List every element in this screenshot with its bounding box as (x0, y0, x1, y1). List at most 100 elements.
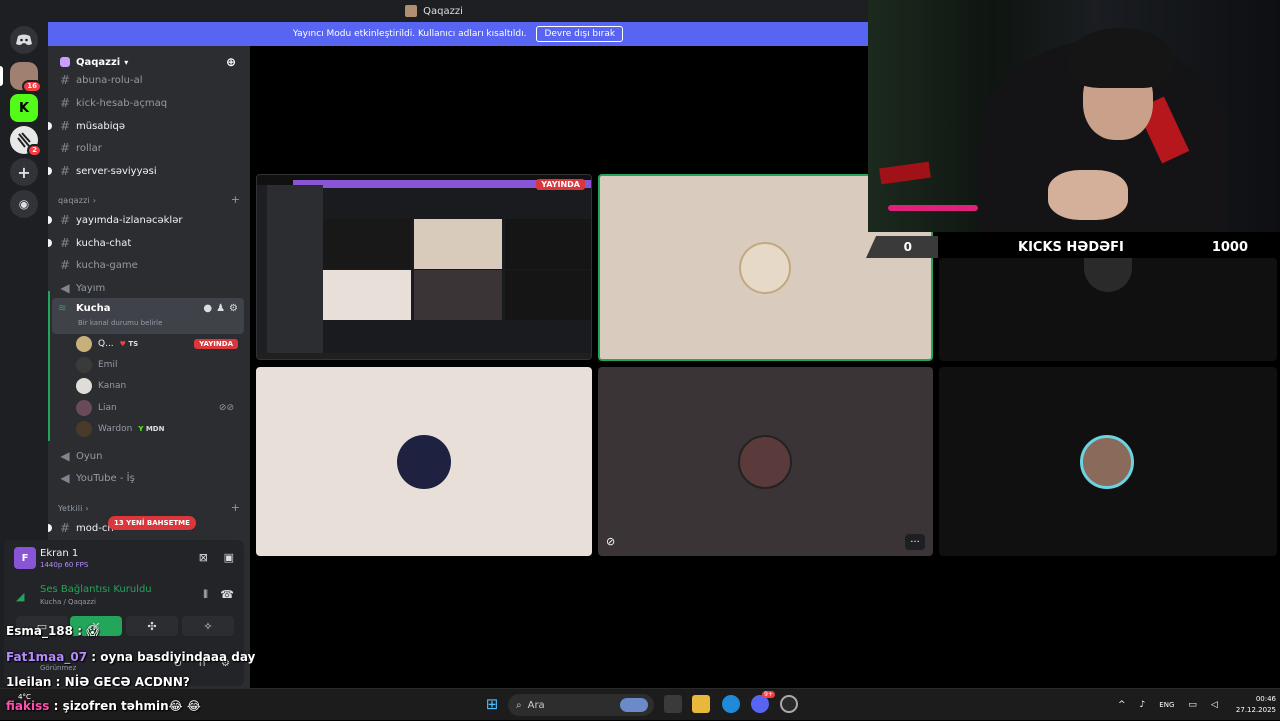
mini-tile (414, 219, 502, 269)
voice-location[interactable]: Kucha / Qaqazzi (40, 598, 96, 606)
soundboard-button[interactable]: ✧ (182, 616, 234, 636)
hash-icon: # (59, 213, 71, 227)
channel-item[interactable]: # kick-hesab-açmaq (54, 93, 242, 113)
speaker-icon: ◀ (60, 449, 70, 463)
chevron-up-icon[interactable]: ^ (1118, 700, 1126, 710)
discord-badge: 9+ (762, 691, 775, 698)
discord-taskbar-icon[interactable]: 9+ (751, 691, 775, 713)
channel-item[interactable]: # rollar (54, 138, 242, 158)
stop-stream-icon[interactable]: ⊠ (199, 551, 208, 564)
clock-date: 27.12.2025 (1235, 706, 1276, 714)
voice-user[interactable]: Q... ♥ TS YAYINDA (76, 334, 238, 354)
volume-icon[interactable]: ◁ (1211, 700, 1218, 710)
mini-tile (323, 219, 411, 269)
invite-icon[interactable]: ♟ (216, 303, 225, 314)
screen-share-name: Ekran 1 (40, 548, 79, 559)
screen-share-icon: F (14, 547, 36, 569)
voice-user[interactable]: Wardon Y MDN (76, 419, 238, 439)
task-view-icon[interactable] (664, 695, 682, 713)
live-badge: YAYINDA (194, 339, 238, 349)
channel-name: Yayım (76, 282, 106, 294)
voice-channel-status[interactable]: Bir kanal durumu belirle (78, 319, 162, 327)
channel-name: abuna-rolu-al (76, 74, 143, 86)
category-header[interactable]: Yetkili › (58, 504, 89, 513)
hash-icon: # (59, 96, 71, 110)
participant-tile[interactable] (939, 258, 1277, 361)
kick-server-icon[interactable]: K (10, 94, 38, 122)
video-off-icon: ⊘ (606, 535, 616, 548)
voice-connected-indicator (48, 291, 50, 441)
invite-people-icon[interactable]: ⊕ (226, 55, 236, 69)
muted-deafened-icon: ⊘⊘ (218, 403, 234, 413)
category-name: Yetkili (58, 504, 83, 513)
goal-main: KICKS HƏDƏFI 1000 (938, 236, 1280, 258)
edge-icon[interactable] (722, 695, 740, 713)
participant-tile[interactable] (256, 367, 592, 556)
voice-status[interactable]: Ses Bağlantısı Kuruldu (40, 584, 152, 595)
app-icon[interactable] (780, 695, 798, 713)
more-options-icon[interactable]: ··· (905, 534, 925, 550)
active-server-indicator (0, 66, 3, 86)
gear-icon[interactable]: ⚙ (229, 303, 238, 314)
chat-text: oyna basdiyindaaa day (100, 650, 256, 664)
heart-icon: ♥ (119, 340, 126, 348)
server-avatar-icon[interactable]: 16 (10, 62, 42, 93)
channel-item[interactable]: # kucha-game (54, 255, 242, 275)
avatar (76, 421, 92, 437)
participant-tile[interactable] (939, 367, 1277, 556)
channel-item[interactable]: # kucha-chat (48, 233, 242, 253)
channel-item[interactable]: # abuna-rolu-al (54, 70, 242, 90)
disconnect-icon[interactable]: ☎ (220, 588, 234, 601)
avatar (1080, 435, 1134, 489)
microphone-icon[interactable]: ♪ (1140, 700, 1146, 710)
channel-name: Oyun (76, 450, 103, 462)
channel-item[interactable]: ◀ Yayım (54, 278, 242, 298)
file-explorer-icon[interactable] (692, 695, 710, 713)
noise-suppression-icon[interactable]: ⦀ (203, 588, 208, 602)
channel-name: YouTube - İş (76, 472, 135, 484)
avatar (739, 242, 791, 294)
create-channel-icon[interactable]: + (231, 193, 240, 206)
chat-separator: : (91, 650, 97, 664)
kick-icon: Y (138, 425, 144, 433)
voice-channel-item[interactable]: ◀ YouTube - İş (54, 468, 242, 488)
voice-channel-item[interactable]: ◀ Oyun (54, 446, 242, 466)
discord-home-icon[interactable] (10, 26, 38, 54)
channel-name: rollar (76, 142, 102, 154)
add-server-icon[interactable]: + (10, 158, 38, 186)
taskbar-search[interactable]: ⌕ Ara (508, 694, 654, 716)
voice-channel-name: Kucha (76, 303, 111, 314)
chat-icon[interactable]: ● (203, 303, 212, 314)
avatar (738, 435, 792, 489)
voice-user[interactable]: Kanan (76, 376, 238, 396)
voice-channel-kucha[interactable]: ≋ Kucha Bir kanal durumu belirle ● ♟ ⚙ (52, 298, 244, 334)
search-placeholder: Ara (527, 699, 545, 711)
category-header[interactable]: qaqazzi › (58, 196, 96, 205)
new-mentions-badge[interactable]: 13 YENİ BAHSETME (108, 516, 196, 530)
streamer-hand (1048, 170, 1128, 220)
hash-icon: # (59, 141, 71, 155)
stream-tile-screen[interactable]: YAYINDA (256, 174, 592, 360)
network-icon[interactable]: ▭ (1188, 700, 1197, 710)
create-channel-icon[interactable]: + (231, 501, 240, 514)
explore-icon[interactable]: ◉ (10, 190, 38, 218)
stream-settings-icon[interactable]: ▣ (224, 551, 234, 564)
speaker-icon: ◀ (60, 471, 70, 485)
clock[interactable]: 00:46 27.12.2025 (1222, 694, 1276, 716)
disable-streamer-mode-button[interactable]: Devre dışı bırak (536, 26, 624, 42)
language-indicator[interactable]: ENG (1159, 701, 1174, 709)
user-status: Görünmez (40, 664, 77, 672)
channel-item[interactable]: # müsabiqə (48, 116, 242, 136)
activities-button[interactable]: ✣ (126, 616, 178, 636)
zebra-server-icon[interactable]: 2 (10, 126, 42, 157)
voice-user[interactable]: Lian ⊘⊘ (76, 398, 238, 418)
windows-start-icon[interactable]: ⊞ (483, 695, 501, 713)
voice-user[interactable]: Emil (76, 355, 238, 375)
channel-item[interactable]: # server-səviyyəsi (48, 161, 242, 181)
avatar (76, 336, 92, 352)
channel-item[interactable]: # yayımda-izlanəcəklər (48, 210, 242, 230)
streamer-hair (1068, 28, 1173, 88)
participant-tile[interactable]: ⊘ ··· (598, 367, 933, 556)
chat-user: Esma_188 (6, 624, 73, 638)
voice-user-name: Lian (98, 403, 117, 413)
